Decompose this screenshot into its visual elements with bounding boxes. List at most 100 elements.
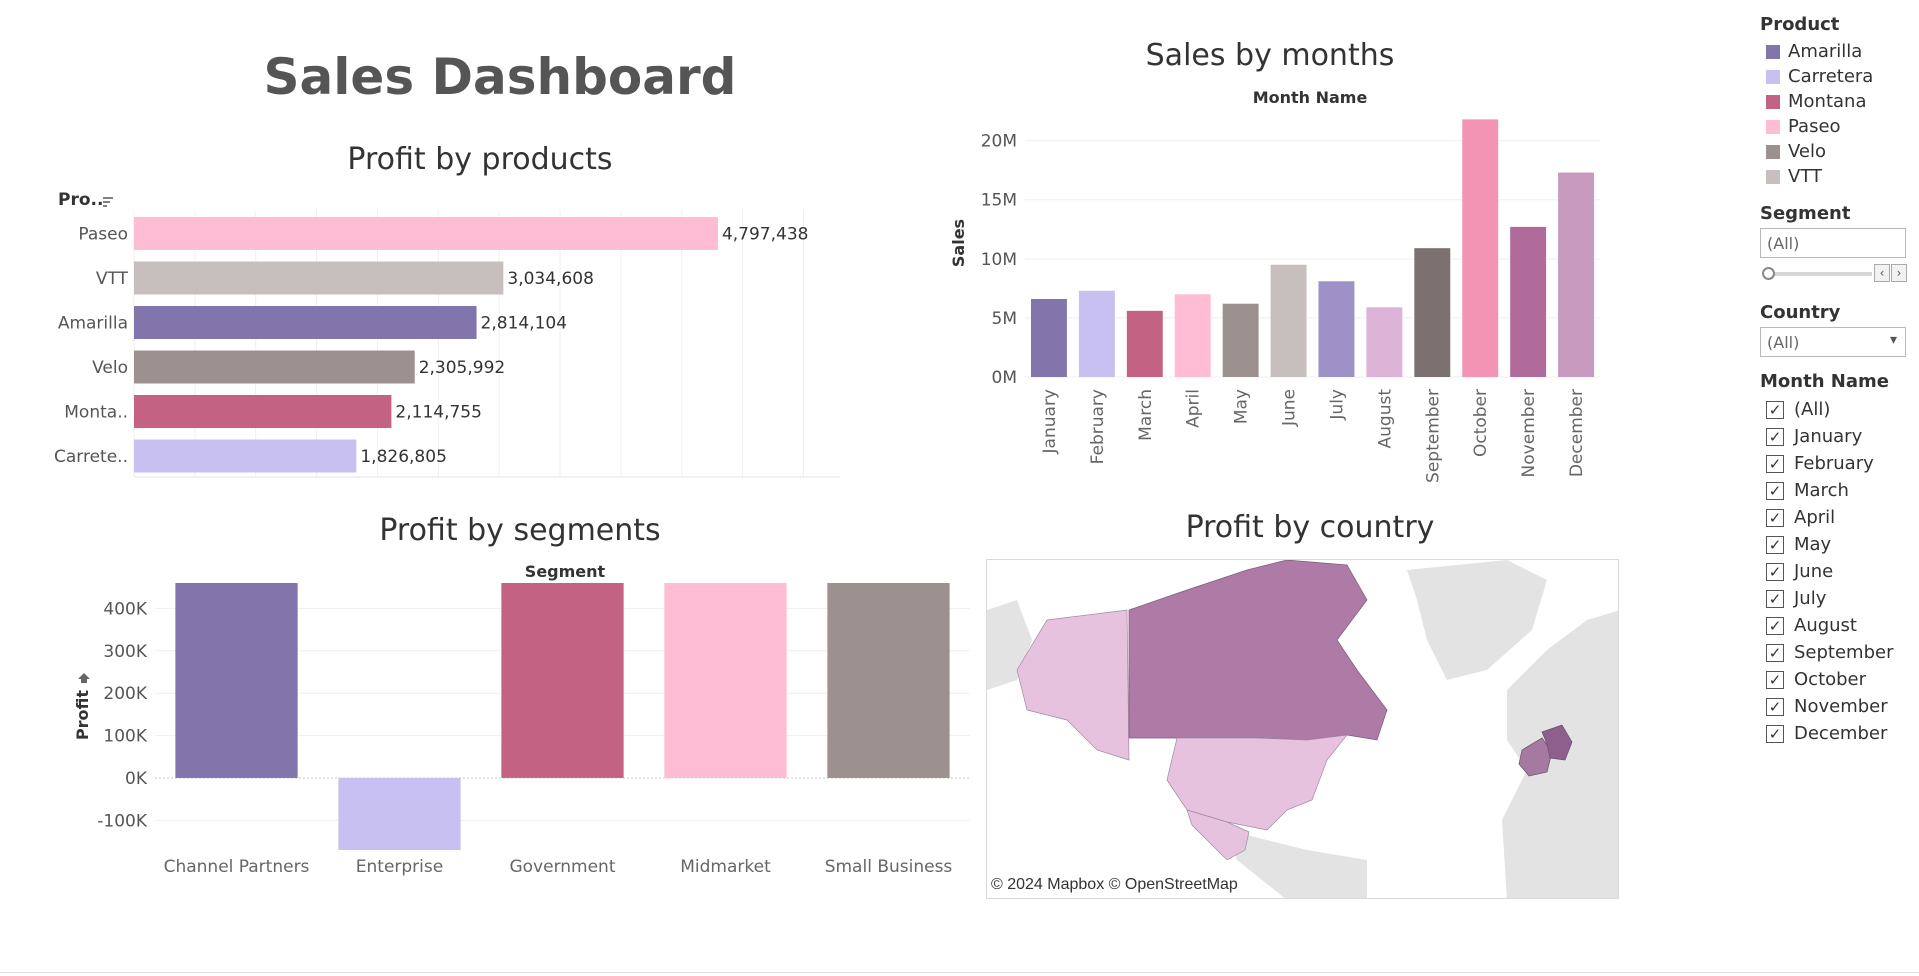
month-item-may[interactable]: ✓ May xyxy=(1760,531,1910,558)
month-item-march[interactable]: ✓ March xyxy=(1760,477,1910,504)
product-legend-title: Product xyxy=(1760,14,1840,35)
segment-filter-title: Segment xyxy=(1760,203,1851,224)
checkbox-checked-icon[interactable]: ✓ xyxy=(1766,535,1784,554)
bar xyxy=(664,583,787,778)
category-label: Carrete.. xyxy=(54,447,128,467)
legend-item-paseo[interactable]: Paseo xyxy=(1760,114,1910,139)
checkbox-checked-icon[interactable]: ✓ xyxy=(1766,454,1784,473)
y-tick-label: 300K xyxy=(103,642,147,662)
legend-item-vtt[interactable]: VTT xyxy=(1760,164,1910,189)
checkbox-checked-icon[interactable]: ✓ xyxy=(1766,562,1784,581)
legend-item-velo[interactable]: Velo xyxy=(1760,139,1910,164)
x-tick-label: January xyxy=(1040,389,1060,454)
checkbox-checked-icon[interactable]: ✓ xyxy=(1766,643,1784,662)
alaska-shape xyxy=(1016,609,1130,761)
x-tick-label: May xyxy=(1232,389,1252,424)
month-item-all[interactable]: ✓ (All) xyxy=(1760,396,1910,423)
caribbean-shape xyxy=(1227,830,1367,898)
sales-axis-label: Sales xyxy=(949,219,968,267)
sales-by-months-title: Sales by months xyxy=(1145,38,1395,73)
month-item-label: January xyxy=(1794,426,1863,447)
checkbox-checked-icon[interactable]: ✓ xyxy=(1766,427,1784,446)
y-tick-label: 0M xyxy=(992,368,1017,388)
legend-swatch xyxy=(1766,44,1780,59)
bar xyxy=(1318,281,1355,377)
bar xyxy=(1414,248,1451,377)
month-item-february[interactable]: ✓ February xyxy=(1760,450,1910,477)
bar xyxy=(134,439,357,473)
checkbox-checked-icon[interactable]: ✓ xyxy=(1766,589,1784,608)
country-dropdown[interactable]: (All) ▾ xyxy=(1760,327,1906,357)
bar xyxy=(827,583,950,778)
checkbox-checked-icon[interactable]: ✓ xyxy=(1766,724,1784,743)
prev-step-icon[interactable]: ‹ xyxy=(1874,264,1890,282)
slider-knob[interactable] xyxy=(1762,267,1775,280)
month-item-label: November xyxy=(1794,696,1888,717)
legend-item-amarilla[interactable]: Amarilla xyxy=(1760,39,1910,64)
month-item-december[interactable]: ✓ December xyxy=(1760,720,1910,747)
data-label: 1,826,805 xyxy=(360,447,447,467)
bar xyxy=(1462,119,1499,377)
month-filter-title: Month Name xyxy=(1760,371,1889,392)
month-item-october[interactable]: ✓ October xyxy=(1760,666,1910,693)
legend-label: VTT xyxy=(1788,166,1822,187)
sort-icon[interactable] xyxy=(103,197,113,207)
month-item-january[interactable]: ✓ January xyxy=(1760,423,1910,450)
bar xyxy=(1078,290,1115,377)
bar xyxy=(1126,310,1163,377)
legend-item-carretera[interactable]: Carretera xyxy=(1760,64,1910,89)
x-tick-label: November xyxy=(1519,389,1539,477)
bar xyxy=(175,583,298,778)
segment-column-header: Segment xyxy=(525,562,606,581)
products-row-header: Pro.. xyxy=(58,190,103,210)
x-tick-label: October xyxy=(1471,389,1491,457)
segment-filter-input[interactable]: (All) xyxy=(1760,228,1906,258)
month-item-june[interactable]: ✓ June xyxy=(1760,558,1910,585)
legend-item-montana[interactable]: Montana xyxy=(1760,89,1910,114)
month-item-label: July xyxy=(1794,588,1827,609)
map-canvas[interactable] xyxy=(987,560,1619,899)
checkbox-checked-icon[interactable]: ✓ xyxy=(1766,508,1784,527)
month-item-label: December xyxy=(1794,723,1888,744)
slider-track xyxy=(1768,272,1872,276)
month-checklist: ✓ (All) ✓ January ✓ February ✓ March ✓ April … xyxy=(1760,396,1910,747)
x-tick-label: Midmarket xyxy=(680,857,771,877)
checkbox-checked-icon[interactable]: ✓ xyxy=(1766,481,1784,500)
bar xyxy=(1558,172,1595,377)
bar xyxy=(501,583,624,778)
checkbox-checked-icon[interactable]: ✓ xyxy=(1766,616,1784,635)
next-step-icon[interactable]: › xyxy=(1891,264,1907,282)
checkbox-checked-icon[interactable]: ✓ xyxy=(1766,400,1784,419)
checkbox-checked-icon[interactable]: ✓ xyxy=(1766,670,1784,689)
y-tick-label: 200K xyxy=(103,684,147,704)
month-item-november[interactable]: ✓ November xyxy=(1760,693,1910,720)
bar xyxy=(134,306,477,339)
month-item-july[interactable]: ✓ July xyxy=(1760,585,1910,612)
category-label: Velo xyxy=(92,358,128,378)
y-tick-label: 15M xyxy=(981,191,1017,211)
data-label: 4,797,438 xyxy=(722,225,809,245)
month-item-label: April xyxy=(1794,507,1836,528)
category-label: VTT xyxy=(96,269,129,289)
y-tick-label: 10M xyxy=(981,250,1017,270)
legend-swatch xyxy=(1766,69,1780,84)
dashboard-title: Sales Dashboard xyxy=(263,48,737,106)
checkbox-checked-icon[interactable]: ✓ xyxy=(1766,697,1784,716)
x-tick-label: December xyxy=(1567,389,1587,477)
month-item-label: May xyxy=(1794,534,1832,555)
month-item-august[interactable]: ✓ August xyxy=(1760,612,1910,639)
x-tick-label: Small Business xyxy=(825,857,953,877)
month-item-september[interactable]: ✓ September xyxy=(1760,639,1910,666)
x-tick-label: August xyxy=(1375,389,1395,449)
country-map[interactable]: © 2024 Mapbox © OpenStreetMap xyxy=(986,559,1619,899)
bar xyxy=(1174,294,1211,377)
month-item-april[interactable]: ✓ April xyxy=(1760,504,1910,531)
month-column-header: Month Name xyxy=(1253,88,1368,107)
pin-icon[interactable] xyxy=(78,673,90,683)
y-tick-label: -100K xyxy=(97,811,148,831)
segment-slider[interactable]: ‹ › xyxy=(1760,264,1910,284)
y-tick-label: 20M xyxy=(981,132,1017,152)
chevron-down-icon[interactable]: ▾ xyxy=(1890,332,1897,348)
country-dropdown-value: (All) xyxy=(1767,333,1800,352)
profit-by-products-chart: Pro.. Paseo 4,797,438 VTT 3,034,608 Amarilla… xyxy=(54,190,840,478)
